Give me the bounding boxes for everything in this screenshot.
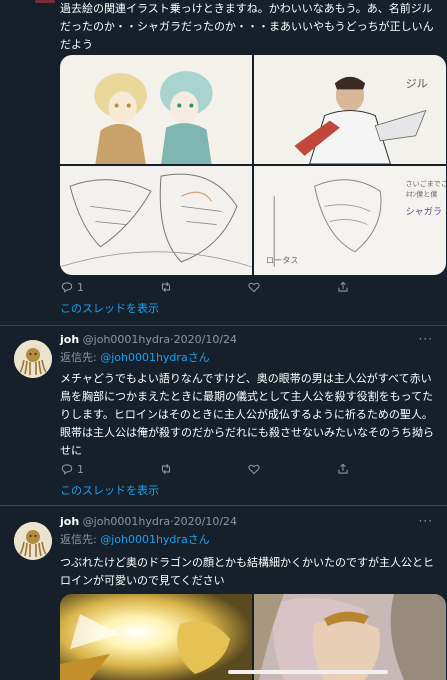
reply-to-suffix: さん	[187, 351, 210, 364]
display-name[interactable]: joh	[60, 333, 79, 346]
tweet-1-text: 過去絵の関連イラスト乗っけときますね。かわいいなあもう。あ、名前ジル だったのか…	[60, 2, 434, 51]
retweet-button[interactable]	[159, 279, 173, 295]
more-options-icon[interactable]: ···	[419, 514, 433, 528]
tweet-date[interactable]: 2020/10/24	[174, 333, 237, 346]
media-image-1[interactable]	[60, 594, 252, 680]
share-button[interactable]	[336, 461, 350, 477]
reply-icon	[61, 464, 73, 475]
reply-to-label: 返信先:	[60, 533, 101, 546]
retweet-button[interactable]	[159, 461, 173, 477]
share-button[interactable]	[336, 279, 350, 295]
tweet-1[interactable]: 過去絵の関連イラスト乗っけときますね。かわいいなあもう。あ、名前ジル だったのか…	[0, 0, 447, 320]
show-thread-link[interactable]: このスレッドを表示	[60, 482, 159, 498]
heart-icon	[248, 282, 260, 293]
reply-count: 1	[77, 462, 84, 476]
user-handle[interactable]: @joh0001hydra	[83, 333, 170, 346]
reply-to-mention[interactable]: @joh0001hydra	[100, 533, 187, 546]
tweet-2-header: joh @joh0001hydra·2020/10/24	[60, 332, 437, 348]
media-image-2[interactable]	[254, 594, 446, 680]
avatar[interactable]	[14, 522, 52, 560]
like-button[interactable]	[247, 461, 261, 477]
tweet-2-text: メチャどうでもよい語りなんですけど、奥の眼帯の男は主人公がすべて赤い 鳥を胸部に…	[60, 372, 434, 457]
svg-text:ﾈｵﾝ僕と僕: ﾈｵﾝ僕と僕	[406, 189, 438, 198]
heart-icon	[248, 464, 260, 475]
retweet-icon	[161, 463, 170, 475]
retweet-icon	[161, 281, 170, 293]
reply-to-line: 返信先: @joh0001hydraさん	[60, 532, 437, 548]
reply-button[interactable]: 1	[60, 461, 84, 477]
like-button[interactable]	[247, 279, 261, 295]
tweet-2-actions: 1	[60, 461, 350, 477]
display-name[interactable]: joh	[60, 515, 79, 528]
tweet-3-header: joh @joh0001hydra·2020/10/24	[60, 514, 437, 530]
user-handle[interactable]: @joh0001hydra	[83, 515, 170, 528]
media-image-1[interactable]	[60, 55, 252, 164]
media-image-2[interactable]: ジル	[254, 55, 446, 164]
image-label-jiru: ジル	[406, 77, 428, 90]
media-image-3[interactable]	[60, 166, 252, 275]
image-label-lotus: ロータス	[266, 256, 298, 265]
reply-count: 1	[77, 280, 84, 294]
share-icon	[338, 463, 348, 474]
media-image-4[interactable]: さいごまでこれ地 ﾈｵﾝ僕と僕 シャガラ ロータス	[254, 166, 446, 275]
reply-to-mention[interactable]: @joh0001hydra	[100, 351, 187, 364]
home-indicator[interactable]	[228, 670, 388, 674]
divider	[0, 505, 447, 506]
reply-icon	[61, 282, 73, 293]
tweet-1-media-grid[interactable]: ジル さいごまでこれ地 ﾈｵﾝ僕と僕 シャガラ ロータス	[60, 55, 446, 275]
reply-to-suffix: さん	[187, 533, 210, 546]
show-thread-link[interactable]: このスレッドを表示	[60, 300, 159, 316]
reply-to-label: 返信先:	[60, 351, 101, 364]
svg-text:さいごまでこれ地: さいごまでこれ地	[406, 179, 446, 188]
reply-to-line: 返信先: @joh0001hydraさん	[60, 350, 437, 366]
divider	[0, 325, 447, 326]
image-label-shagara: シャガラ	[406, 206, 442, 217]
share-icon	[338, 281, 348, 292]
more-options-icon[interactable]: ···	[419, 332, 433, 346]
tweet-3-media-grid[interactable]	[60, 594, 446, 680]
tweet-3-text: つぶれたけど奥のドラゴンの顔とかも結構細かくかいたのですが主人公とヒ ロインが可…	[60, 556, 434, 587]
tweet-date[interactable]: 2020/10/24	[174, 515, 237, 528]
tweet-1-actions: 1	[60, 279, 350, 295]
reply-button[interactable]: 1	[60, 279, 84, 295]
